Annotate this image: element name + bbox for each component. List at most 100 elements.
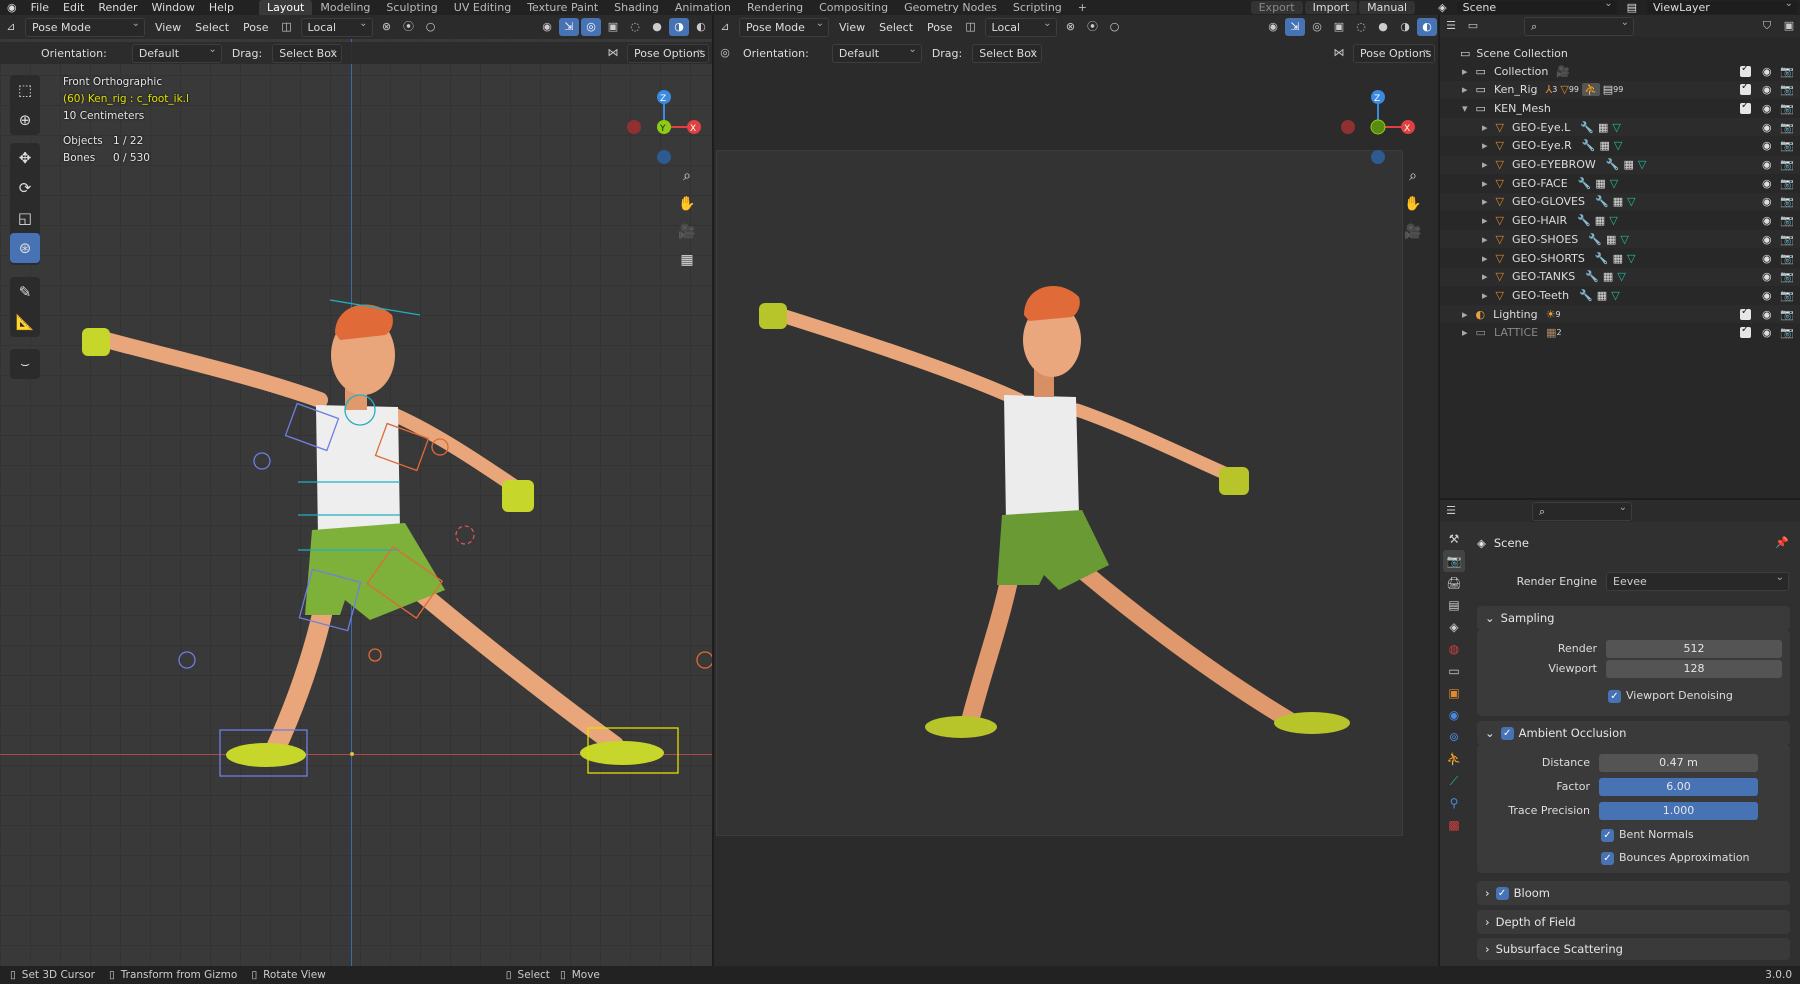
render-camera-icon[interactable]: 📷 [1780, 139, 1794, 152]
pose-mirror-icon[interactable]: ⋈ [603, 44, 623, 62]
workspace-tab-uv-editing[interactable]: UV Editing [446, 0, 519, 15]
blender-logo-icon[interactable]: ◉ [0, 0, 24, 15]
outliner-row[interactable]: ▸ ▽ GEO-SHORTS 🔧 ▦ ▽ ◉ 📷 [1440, 249, 1800, 267]
right-editor-type-3d-icon[interactable]: ⊿ [715, 18, 735, 36]
right-pose-menu[interactable]: Pose [920, 21, 959, 34]
right-zoom-icon[interactable]: ⌕ [1402, 165, 1424, 187]
transform-orientation-selector[interactable]: Local [300, 15, 373, 37]
add-workspace-button[interactable]: + [1070, 0, 1095, 15]
view-layer-tab-icon[interactable]: ▤ [1443, 594, 1465, 616]
zoom-icon[interactable]: ⌕ [676, 165, 698, 187]
exclude-checkbox[interactable] [1740, 100, 1751, 114]
ao-trace-precision-slider[interactable]: 1.000 [1599, 802, 1758, 820]
properties-editor-icon[interactable]: ☰ [1441, 502, 1461, 520]
right-snap-icon[interactable]: ⦿ [1083, 18, 1103, 36]
right-pose-options-selector[interactable]: Pose Options [1353, 41, 1435, 63]
exclude-checkbox[interactable] [1740, 306, 1751, 320]
right-select-menu[interactable]: Select [872, 21, 920, 34]
ao-distance-field[interactable]: 0.47 m [1599, 754, 1758, 772]
import-button[interactable]: Import [1304, 1, 1358, 14]
right-tool-icon[interactable]: ◎ [715, 44, 735, 62]
render-camera-icon[interactable]: 📷 [1780, 121, 1794, 134]
exclude-checkbox[interactable] [1740, 63, 1751, 77]
eye-visibility-icon[interactable]: ◉ [1762, 195, 1772, 208]
eye-visibility-icon[interactable]: ◉ [1762, 233, 1772, 246]
eye-visibility-icon[interactable]: ◉ [1762, 158, 1772, 171]
right-xray-icon[interactable]: ▣ [1329, 18, 1349, 36]
right-proportional-icon[interactable]: ○ [1105, 18, 1125, 36]
filter-icon[interactable]: ⛉ [1757, 17, 1777, 35]
expand-arrow-icon[interactable]: ▸ [1482, 214, 1488, 227]
right-material-shading-icon[interactable]: ◑ [1395, 18, 1415, 36]
eye-visibility-icon[interactable]: ◉ [1762, 252, 1772, 265]
menu-window[interactable]: Window [145, 0, 202, 15]
eye-visibility-icon[interactable]: ◉ [1762, 102, 1772, 115]
manual-button[interactable]: Manual [1359, 1, 1416, 14]
right-navigation-gizmo[interactable]: Z X [1334, 75, 1424, 165]
ao-enable-checkbox[interactable]: ✓ [1500, 726, 1514, 740]
render-camera-icon[interactable]: 📷 [1780, 252, 1794, 265]
render-camera-icon[interactable]: 📷 [1780, 83, 1794, 96]
pan-hand-icon[interactable]: ✋ [676, 193, 698, 215]
sampling-panel-header[interactable]: ⌄ Sampling [1477, 606, 1790, 630]
outliner-search-input[interactable]: ⌕ [1524, 14, 1634, 36]
snap-icon[interactable]: ⦿ [399, 18, 419, 36]
view-layer-selector[interactable]: ViewLayer [1647, 0, 1797, 14]
transform-tool-icon[interactable]: ⊛ [10, 233, 40, 263]
ao-panel-header[interactable]: ⌄ ✓ Ambient Occlusion [1477, 721, 1790, 745]
outliner-editor-icon[interactable]: ☰ [1441, 17, 1461, 35]
outliner-row[interactable]: ▸ ▽ GEO-TANKS 🔧 ▦ ▽ ◉ 📷 [1440, 267, 1800, 286]
eye-visibility-icon[interactable]: ◉ [1762, 139, 1772, 152]
eye-visibility-icon[interactable]: ◉ [1762, 270, 1772, 283]
pose-menu[interactable]: Pose [236, 21, 275, 34]
right-orientation-selector[interactable]: Default [831, 41, 922, 63]
expand-arrow-icon[interactable]: ▸ [1462, 83, 1468, 96]
bloom-panel-header[interactable]: › ✓ Bloom [1477, 881, 1790, 905]
expand-arrow-icon[interactable]: ▸ [1482, 177, 1488, 190]
workspace-tab-layout[interactable]: Layout [258, 0, 313, 15]
outliner-row[interactable]: ▸ ▽ GEO-SHOES 🔧 ▦ ▽ ◉ 📷 [1440, 230, 1800, 249]
right-transform-orientation-selector[interactable]: Local [984, 15, 1057, 37]
sampling-render-field[interactable]: 512 [1606, 640, 1782, 658]
eye-visibility-icon[interactable]: ◉ [1762, 214, 1772, 227]
render-camera-icon[interactable]: 📷 [1780, 65, 1794, 78]
outliner-row[interactable]: ▸ ▭ Collection 🎥 ◉ 📷 [1440, 62, 1800, 80]
proportional-icon[interactable]: ○ [421, 18, 441, 36]
scene-tab-icon[interactable]: ◈ [1443, 616, 1465, 638]
right-wireframe-shading-icon[interactable]: ◌ [1351, 18, 1371, 36]
render-camera-icon[interactable]: 📷 [1780, 195, 1794, 208]
outliner-row[interactable]: ▸ ▽ GEO-Eye.L 🔧 ▦ ▽ ◉ 📷 [1440, 118, 1800, 137]
select-menu[interactable]: Select [188, 21, 236, 34]
render-camera-icon[interactable]: 📷 [1780, 308, 1794, 321]
cursor-tool-icon[interactable]: ⊕ [10, 105, 40, 135]
pose-relax-tool-icon[interactable]: ⌣ [10, 349, 40, 379]
editor-type-3d-icon[interactable]: ⊿ [1, 18, 21, 36]
scene-collection-row[interactable]: ▭ Scene Collection [1440, 44, 1800, 62]
render-camera-icon[interactable]: 📷 [1780, 158, 1794, 171]
export-button[interactable]: Export [1250, 1, 1303, 14]
expand-arrow-icon[interactable]: ▸ [1482, 139, 1488, 152]
sampling-viewport-field[interactable]: 128 [1606, 660, 1782, 678]
new-collection-icon[interactable]: ▣ [1779, 17, 1799, 35]
menu-render[interactable]: Render [91, 0, 144, 15]
outliner-row[interactable]: ▸▭Ken_Rig⅄3▽99⛹▤99◉📷 [1440, 80, 1800, 99]
ao-factor-slider[interactable]: 6.00 [1599, 778, 1758, 796]
navigation-gizmo[interactable]: Z X Y [620, 75, 710, 165]
workspace-tab-animation[interactable]: Animation [667, 0, 739, 15]
armature-data-tab-icon[interactable]: ⛹ [1443, 748, 1465, 770]
display-mode-icon[interactable]: ▭ [1463, 17, 1483, 35]
gizmo-toggle-icon[interactable]: ⇲ [559, 18, 579, 36]
workspace-tab-sculpting[interactable]: Sculpting [378, 0, 445, 15]
right-solid-shading-icon[interactable]: ● [1373, 18, 1393, 36]
pivot-icon[interactable]: ⊗ [377, 18, 397, 36]
render-engine-selector[interactable]: Eevee [1606, 569, 1789, 591]
workspace-tab-modeling[interactable]: Modeling [312, 0, 378, 15]
expand-arrow-icon[interactable]: ▸ [1482, 270, 1488, 283]
outliner-row[interactable]: ▸ ▽ GEO-FACE 🔧 ▦ ▽ ◉ 📷 [1440, 174, 1800, 192]
constraints-tab-icon[interactable]: ⊚ [1443, 726, 1465, 748]
render-camera-icon[interactable]: 📷 [1780, 289, 1794, 302]
object-tab-icon[interactable]: ▣ [1443, 682, 1465, 704]
move-tool-icon[interactable]: ✥ [10, 143, 40, 173]
expand-arrow-icon[interactable]: ▸ [1482, 121, 1488, 134]
expand-arrow-icon[interactable]: ▸ [1462, 65, 1468, 78]
